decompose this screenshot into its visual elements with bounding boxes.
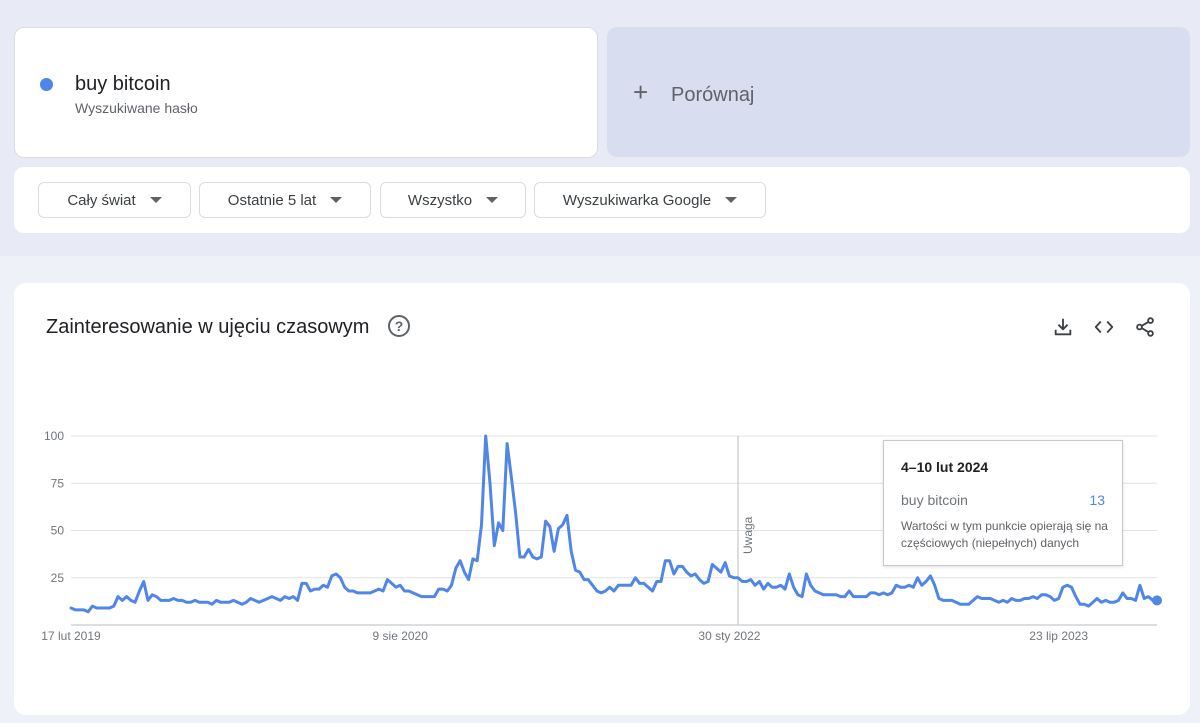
plus-icon: + (633, 77, 649, 107)
tooltip-term: buy bitcoin (901, 492, 968, 508)
region-filter[interactable]: Cały świat (38, 182, 191, 218)
series-color-dot (40, 78, 53, 91)
annotation-group: Uwaga (737, 436, 755, 625)
y-tick-label: 75 (51, 476, 65, 490)
y-tick-label: 50 (51, 524, 65, 538)
x-tick-label: 30 sty 2022 (698, 629, 760, 643)
compare-button[interactable]: + Porównaj (607, 27, 1190, 157)
tooltip-date: 4–10 lut 2024 (901, 459, 989, 475)
dropdown-arrow-icon (149, 197, 162, 203)
time-range-filter[interactable]: Ostatnie 5 lat (199, 182, 371, 218)
category-filter-label: Wszystko (407, 191, 473, 209)
search-type-filter-label: Wyszukiwarka Google (562, 191, 712, 209)
interest-over-time-card: Zainteresowanie w ujęciu czasowym ? Uwag… (14, 283, 1190, 715)
x-tick-label: 23 lip 2023 (1029, 629, 1088, 643)
y-tick-label: 100 (44, 429, 64, 443)
dropdown-arrow-icon (725, 197, 738, 203)
region-filter-label: Cały świat (67, 191, 136, 209)
dropdown-arrow-icon (330, 197, 343, 203)
compare-label: Porównaj (671, 84, 755, 106)
hover-point[interactable] (1152, 595, 1162, 606)
search-type-filter[interactable]: Wyszukiwarka Google (534, 182, 766, 218)
time-range-filter-label: Ostatnie 5 lat (227, 191, 317, 209)
tooltip-value: 13 (1089, 492, 1105, 508)
filter-bar: Cały świat Ostatnie 5 lat Wszystko Wyszu… (14, 167, 1190, 233)
search-term-name[interactable]: buy bitcoin (75, 73, 171, 96)
explore-header: buy bitcoin Wyszukiwane hasło + Porównaj… (0, 0, 1200, 256)
category-filter[interactable]: Wszystko (380, 182, 526, 218)
dropdown-arrow-icon (486, 197, 499, 203)
x-tick-label: 17 lut 2019 (41, 629, 101, 643)
y-tick-label: 25 (51, 571, 65, 585)
chart-tooltip: 4–10 lut 2024 buy bitcoin 13 Wartości w … (883, 440, 1123, 566)
annotation-label[interactable]: Uwaga (741, 516, 755, 554)
search-term-card[interactable]: buy bitcoin Wyszukiwane hasło (14, 27, 598, 158)
search-term-subtitle: Wyszukiwane hasło (75, 100, 198, 116)
x-tick-label: 9 sie 2020 (373, 629, 429, 643)
tooltip-note: Wartości w tym punkcie opierają się na c… (901, 519, 1108, 550)
